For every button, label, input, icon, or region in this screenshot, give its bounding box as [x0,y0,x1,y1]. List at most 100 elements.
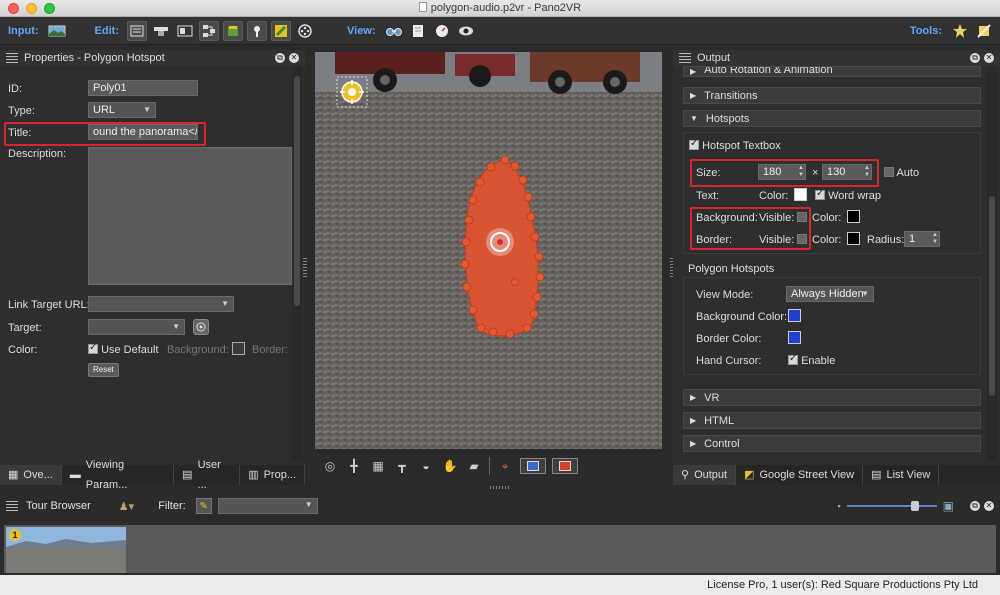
description-textarea[interactable] [88,147,292,285]
link-target-url-select[interactable]: ▼ [88,296,234,312]
tour-map-icon[interactable] [199,20,219,41]
hotspot-pin-icon[interactable] [247,20,267,41]
gauge-icon[interactable] [432,21,452,41]
panorama-viewport[interactable] [315,52,662,449]
polygon-color-button[interactable] [552,458,578,474]
checkbox-icon [884,167,894,177]
panel-grip-icon[interactable] [6,500,18,512]
filter-pencil-icon[interactable]: ✎ [195,498,212,514]
tab-overview[interactable]: ▦ Ove... [0,465,62,485]
lamp-icon[interactable]: ◒ [417,459,435,473]
filter-select[interactable]: ▼ [217,498,318,514]
tools-star-icon[interactable] [950,21,970,41]
scrollbar-thumb[interactable] [989,196,995,396]
minimize-window-button[interactable] [26,2,37,14]
panel-grip-icon[interactable] [6,52,18,64]
thumbnail-size-slider[interactable] [846,500,937,512]
auto-checkbox[interactable]: Auto [884,167,919,179]
undock-icon[interactable]: ⧉ [970,501,980,511]
text-color-swatch[interactable] [794,188,807,201]
thumbnail-badge: 1 [9,529,21,541]
view-mode-select[interactable]: Always Hidden ▼ [786,286,874,302]
panorama-scene[interactable] [315,52,662,449]
binoculars-icon[interactable] [384,21,404,41]
properties-book-icon[interactable] [223,20,243,41]
audio-hotspot-icon[interactable] [486,228,514,256]
main-toolbar: Input: Edit: View: Tools: [0,17,1000,45]
tab-user-data[interactable]: ▤ User ... [174,459,241,491]
hand-cursor-checkbox[interactable]: Enable [788,353,835,367]
compass-icon[interactable]: ◎ [321,459,339,473]
reset-button[interactable]: Reset [88,363,119,377]
border-color-swatch[interactable] [847,232,860,245]
maximize-window-button[interactable] [44,2,55,14]
splitter-handle-bottom[interactable] [490,486,510,489]
undock-icon[interactable]: ⧉ [970,53,980,63]
skin-editor-icon[interactable] [271,20,291,41]
section-vr[interactable]: ▶ VR [683,389,981,406]
splitter-handle-left[interactable] [303,258,307,278]
border-color-label: Border Color: [696,333,762,345]
view-mode-label: View Mode: [696,289,754,301]
tools-wand-icon[interactable] [974,21,994,41]
media-icon[interactable] [175,21,195,41]
type-select[interactable]: URL ▼ [88,102,156,118]
input-panorama-icon[interactable] [47,21,67,41]
radius-spinner[interactable]: 1 ▲ ▼ [904,231,940,247]
scrollbar-thumb[interactable] [294,76,300,306]
tab-output[interactable]: ⚲ Output [673,465,737,485]
notes-icon[interactable] [408,21,428,41]
use-default-checkbox[interactable]: Use Default [88,342,159,356]
patch-icon[interactable] [151,21,171,41]
hotspot-color-button[interactable] [520,458,546,474]
section-auto-rotation[interactable]: ▶ Auto Rotation & Animation [683,66,981,77]
panel-grip-icon[interactable] [679,52,691,64]
street-view-icon: ◩ [744,469,755,481]
section-control[interactable]: ▶ Control [683,435,981,452]
hand-icon[interactable]: ✋ [441,459,459,473]
ruler-icon[interactable]: ┳ [393,459,411,473]
tour-thumbnail-strip: 1 [4,525,996,573]
target-crosshair-icon[interactable]: ⌖ [496,459,514,474]
panel-controls: ⧉ ✕ [970,53,994,63]
output-scrollbar[interactable] [987,66,997,460]
viewing-parameters-icon[interactable] [127,20,147,41]
license-status-text: License Pro, 1 user(s): Red Square Produ… [707,579,978,591]
undock-icon[interactable]: ⧉ [275,53,285,63]
hotspot-textbox-checkbox[interactable]: Hotspot Textbox [689,138,781,152]
target-select[interactable]: ▼ [88,319,185,335]
background-color-swatch[interactable] [232,342,245,355]
target-picker-button[interactable] [193,319,209,335]
stamp-icon[interactable]: ♟▾ [119,500,134,513]
close-panel-icon[interactable]: ✕ [984,501,994,511]
close-panel-icon[interactable]: ✕ [289,53,299,63]
film-reel-icon[interactable] [295,21,315,41]
spinner-arrows-icon[interactable]: ▲ ▼ [932,232,938,246]
filter-label: Filter: [158,500,186,512]
section-html[interactable]: ▶ HTML [683,412,981,429]
tab-viewing-parameters[interactable]: ▬ Viewing Param... [62,459,175,491]
word-wrap-checkbox[interactable]: Word wrap [815,188,881,202]
section-transitions[interactable]: ▶ Transitions [683,87,981,104]
chevron-down-icon: ▼ [690,114,698,123]
left-tabbar: ▦ Ove... ▬ Viewing Param... ▤ User ... ▥ Pro… [0,459,305,491]
slider-handle[interactable] [910,501,919,511]
tab-google-street-view[interactable]: ◩ Google Street View [736,465,864,485]
user-icon: ▤ [182,469,193,481]
section-hotspots[interactable]: ▼ Hotspots [683,110,981,127]
properties-scrollbar[interactable] [292,66,302,460]
id-input[interactable]: Poly01 [88,80,198,96]
zoom-view-icon[interactable]: ▰ [465,459,483,473]
grid-icon[interactable]: ▦ [369,459,387,473]
crosshair-icon[interactable]: ╋ [345,459,363,473]
close-panel-icon[interactable]: ✕ [984,53,994,63]
polygon-background-color-swatch[interactable] [788,309,801,322]
properties-panel-header: Properties - Polygon Hotspot ⧉ ✕ [0,50,305,66]
tab-properties[interactable]: ▥ Prop... [240,465,305,485]
polygon-border-color-swatch[interactable] [788,331,801,344]
background-color-swatch[interactable] [847,210,860,223]
eye-link-icon[interactable] [456,21,476,41]
tab-list-view[interactable]: ▤ List View [863,465,940,485]
panorama-thumbnail[interactable]: 1 [6,527,126,573]
close-window-button[interactable] [8,2,19,14]
